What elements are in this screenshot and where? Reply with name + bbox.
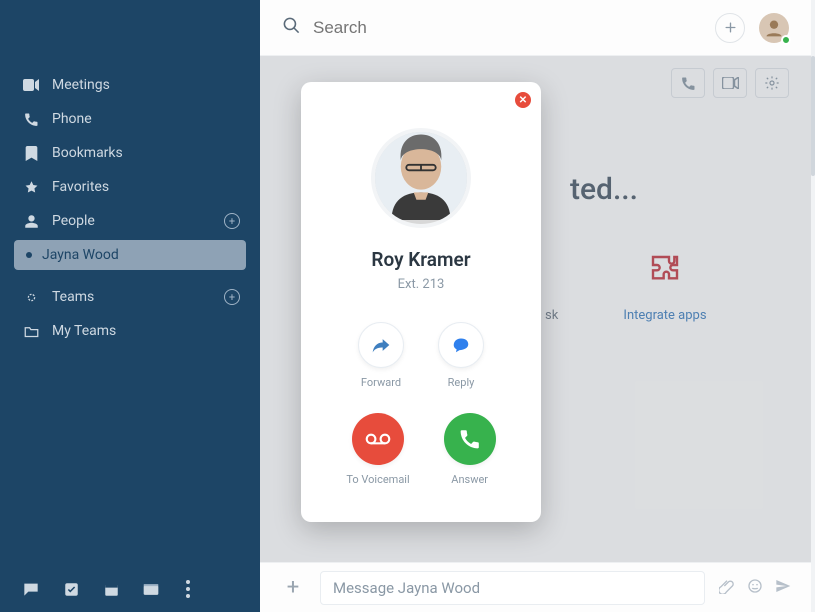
add-team-button[interactable]: + — [224, 289, 240, 305]
settings-button[interactable] — [755, 68, 789, 98]
answer-button[interactable]: Answer — [444, 413, 496, 486]
composer-tools — [719, 578, 791, 598]
sidebar-top-spacer — [0, 0, 260, 50]
caller-avatar — [371, 128, 471, 228]
voicemail-icon — [352, 413, 404, 465]
calendar-icon[interactable] — [102, 580, 120, 598]
adjacent-label-fragment: sk — [545, 308, 558, 323]
reply-icon — [438, 322, 484, 368]
call-button[interactable] — [671, 68, 705, 98]
nav-label: Bookmarks — [52, 145, 123, 161]
forward-label: Forward — [361, 376, 401, 389]
phone-icon — [22, 110, 40, 128]
search-wrap — [282, 16, 701, 39]
nav-label: Teams — [52, 289, 94, 305]
tasks-icon[interactable] — [62, 580, 80, 598]
nav-label: Favorites — [52, 179, 109, 195]
caller-name: Roy Kramer — [371, 248, 470, 271]
scrollbar-thumb[interactable] — [811, 56, 815, 176]
chat-icon[interactable] — [22, 580, 40, 598]
presence-dot-icon — [26, 252, 32, 258]
scrollbar[interactable] — [811, 0, 815, 612]
topbar — [260, 0, 811, 56]
topbar-add-button[interactable] — [715, 13, 745, 43]
sidebar: Meetings Phone Bookmarks Favorites Peopl — [0, 0, 260, 612]
call-actions-top: Forward Reply — [358, 322, 484, 389]
forward-icon — [358, 322, 404, 368]
video-call-button[interactable] — [713, 68, 747, 98]
selected-person-label: Jayna Wood — [42, 247, 119, 263]
sidebar-nav: Meetings Phone Bookmarks Favorites Peopl — [0, 50, 260, 348]
video-icon — [22, 76, 40, 94]
star-icon — [22, 178, 40, 196]
caller-extension: Ext. 213 — [398, 277, 445, 292]
incoming-call-modal: ✕ Roy Kramer Ext. 213 Forward Reply — [301, 82, 541, 522]
nav-item-my-teams[interactable]: My Teams — [0, 314, 260, 348]
message-placeholder: Message Jayna Wood — [333, 579, 480, 597]
person-icon — [22, 212, 40, 230]
answer-label: Answer — [451, 473, 488, 486]
voicemail-label: To Voicemail — [346, 473, 409, 486]
reply-label: Reply — [448, 376, 475, 389]
nav-label: Meetings — [52, 77, 110, 93]
more-icon[interactable] — [186, 580, 190, 598]
attach-icon[interactable] — [719, 578, 735, 598]
emoji-icon[interactable] — [747, 578, 763, 598]
nav-item-phone[interactable]: Phone — [0, 102, 260, 136]
presence-indicator — [781, 35, 791, 45]
hero-heading-fragment: ted... — [570, 172, 638, 207]
answer-icon — [444, 413, 496, 465]
sidebar-bottom-bar — [0, 566, 260, 612]
gear-ring-icon — [22, 288, 40, 306]
composer-add-button[interactable]: + — [280, 575, 306, 601]
puzzle-icon — [638, 242, 692, 296]
bookmark-icon — [22, 144, 40, 162]
nav-item-meetings[interactable]: Meetings — [0, 68, 260, 102]
close-button[interactable]: ✕ — [515, 92, 531, 108]
nav-item-bookmarks[interactable]: Bookmarks — [0, 136, 260, 170]
reply-button[interactable]: Reply — [438, 322, 484, 389]
message-input[interactable]: Message Jayna Wood — [320, 571, 705, 605]
integrate-apps-card[interactable]: sk Integrate apps — [615, 242, 715, 323]
voicemail-button[interactable]: To Voicemail — [346, 413, 409, 486]
message-composer: + Message Jayna Wood — [260, 562, 811, 612]
integrate-apps-label: Integrate apps — [615, 308, 715, 323]
send-icon[interactable] — [775, 578, 791, 598]
user-avatar[interactable] — [759, 13, 789, 43]
nav-label: People — [52, 213, 95, 229]
nav-label: Phone — [52, 111, 92, 127]
search-icon — [282, 16, 301, 39]
forward-button[interactable]: Forward — [358, 322, 404, 389]
nav-item-teams[interactable]: Teams + — [0, 280, 260, 314]
add-person-button[interactable]: + — [224, 213, 240, 229]
search-input[interactable] — [313, 18, 701, 38]
nav-label: My Teams — [52, 323, 116, 339]
call-actions-bottom: To Voicemail Answer — [346, 413, 495, 486]
sidebar-item-jayna-wood[interactable]: Jayna Wood — [14, 240, 246, 270]
files-icon[interactable] — [142, 580, 160, 598]
nav-item-favorites[interactable]: Favorites — [0, 170, 260, 204]
nav-item-people[interactable]: People + — [0, 204, 260, 238]
folder-icon — [22, 322, 40, 340]
